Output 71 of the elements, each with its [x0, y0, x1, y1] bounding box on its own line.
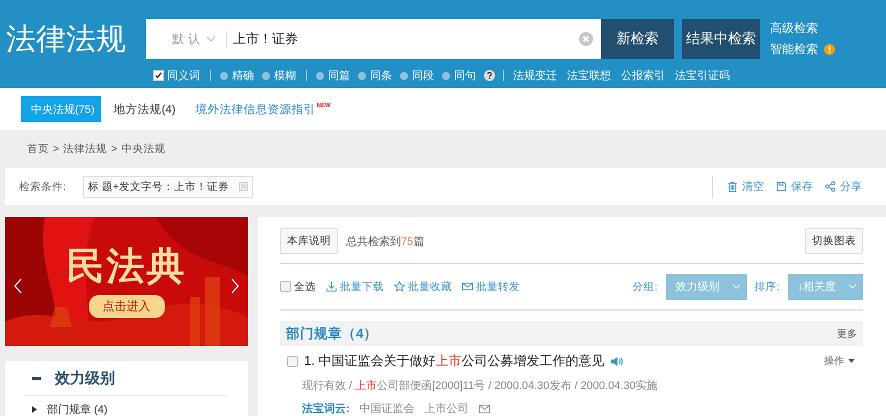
result-title[interactable]: 1. 中国证监会关于做好上市公司公募增发工作的意见: [304, 352, 604, 370]
star-icon: [394, 281, 405, 292]
chevron-down-icon: [848, 284, 857, 289]
breadcrumb-link[interactable]: 中央法规: [121, 142, 166, 156]
category-tab[interactable]: 中央法规(75): [21, 96, 101, 122]
batch-action[interactable]: 批量下载: [326, 280, 384, 294]
envelope-icon[interactable]: [478, 404, 491, 414]
search-link[interactable]: 智能检索: [770, 41, 818, 58]
tool-link[interactable]: 公报索引: [621, 68, 665, 83]
synonym-checkbox[interactable]: 同义词: [153, 68, 200, 83]
group-label: 分组:: [632, 280, 658, 294]
speaker-icon[interactable]: [610, 356, 624, 366]
download-icon: [326, 281, 337, 292]
actions-menu[interactable]: 操作: [824, 354, 855, 368]
group-dropdown[interactable]: 效力级别: [666, 274, 747, 300]
chevron-down-icon: [732, 284, 741, 289]
help-icon[interactable]: [484, 70, 495, 81]
expand-icon[interactable]: [32, 406, 37, 413]
match-radio[interactable]: 模糊: [262, 68, 296, 83]
search-field[interactable]: 默认 上市！证券: [146, 19, 601, 59]
more-link[interactable]: 更多: [837, 326, 857, 340]
condition-action[interactable]: 清空: [727, 179, 764, 194]
trash-icon: [727, 181, 738, 192]
breadcrumb-separator: >: [111, 143, 118, 155]
result-count: 总共检索到75篇: [346, 234, 424, 248]
condition-action[interactable]: 保存: [776, 179, 813, 194]
result-meta: 现行有效 / 上市公司部便函[2000]11号 / 2000.04.30发布 / 2000.04.30实施: [301, 378, 659, 393]
tool-link[interactable]: 法宝引证码: [675, 68, 730, 83]
promo-banner[interactable]: 民法典 点击进入: [5, 217, 248, 346]
search-button[interactable]: 结果中检索: [682, 19, 760, 59]
tags-label: 法宝词云:: [302, 402, 350, 416]
tag-link[interactable]: 上市公司: [424, 401, 469, 416]
share-icon: [825, 181, 836, 192]
tool-link[interactable]: 法宝联想: [567, 68, 611, 83]
site-logo[interactable]: 法律法规: [0, 0, 146, 62]
breadcrumb-link[interactable]: 首页: [27, 142, 49, 156]
search-link[interactable]: 高级检索: [770, 20, 818, 37]
envelope-icon: [462, 281, 473, 292]
match-radio[interactable]: 同篇: [316, 68, 350, 83]
checkmark-icon: [154, 71, 163, 80]
chart-toggle-button[interactable]: 切换图表: [805, 228, 863, 254]
group-title: 部门规章（4）: [286, 324, 378, 342]
sort-label: 排序:: [754, 280, 780, 294]
category-tab[interactable]: 境外法律信息资源指引$^{NEW}$: [188, 96, 338, 122]
select-all-checkbox[interactable]: 全选: [280, 280, 316, 294]
breadcrumb-separator: >: [53, 143, 60, 155]
item-checkbox[interactable]: [287, 356, 298, 366]
search-button[interactable]: 新检索: [601, 19, 674, 59]
info-button[interactable]: 本库说明: [280, 228, 338, 254]
caret-icon: [848, 359, 855, 363]
condition-tag: 标 题+发文字号：上市！证券: [83, 176, 254, 198]
match-radio[interactable]: 精确: [220, 68, 254, 83]
condition-label: 检索条件:: [19, 180, 67, 194]
tag-link[interactable]: 中国证监会: [360, 401, 415, 416]
chevron-down-icon: [206, 36, 216, 42]
match-radio[interactable]: 同条: [358, 68, 392, 83]
match-radio[interactable]: 同句: [442, 68, 476, 83]
match-radio[interactable]: 同段: [400, 68, 434, 83]
batch-action[interactable]: 批量转发: [462, 280, 520, 294]
category-tab[interactable]: 地方法规(4): [106, 96, 183, 122]
condition-action[interactable]: 分享: [825, 179, 862, 194]
enter-button[interactable]: 点击进入: [88, 295, 164, 318]
save-icon: [776, 181, 787, 192]
banner-title: 民法典: [66, 243, 186, 289]
breadcrumb-link[interactable]: 法律法规: [63, 142, 108, 156]
scope-dropdown[interactable]: 默认: [172, 31, 227, 47]
tool-link[interactable]: 法规变迁: [513, 68, 557, 83]
facet-title: 效力级别: [55, 368, 115, 388]
sort-dropdown[interactable]: ↓相关度: [788, 274, 863, 300]
facet-item[interactable]: 部门规章 (4): [47, 402, 108, 416]
batch-action[interactable]: 批量收藏: [394, 280, 452, 294]
